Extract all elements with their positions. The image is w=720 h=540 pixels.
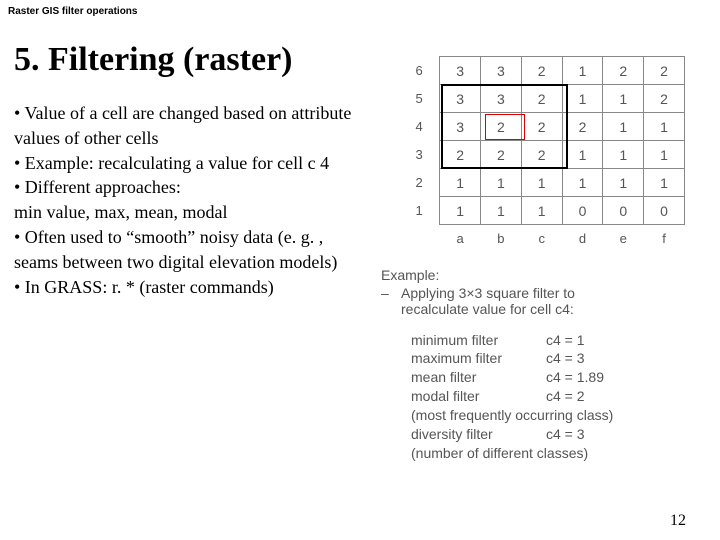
- example-text: recalculate value for cell c4:: [381, 301, 705, 317]
- grid-cell: 2: [521, 141, 562, 169]
- col-label: e: [603, 225, 644, 253]
- bullet: min value, max, mean, modal: [14, 200, 359, 225]
- grid-cell: 1: [644, 113, 685, 141]
- row-label: 2: [399, 169, 440, 197]
- bullet: • In GRASS: r. * (raster commands): [14, 275, 359, 300]
- row-label: 3: [399, 141, 440, 169]
- blank: [399, 225, 440, 253]
- grid-cell: 1: [562, 141, 603, 169]
- row-label: 4: [399, 113, 440, 141]
- grid-cell: 2: [521, 85, 562, 113]
- figure-column: 6332122 5332112 4322211 3222111 2111111 …: [375, 56, 705, 463]
- page-header: Raster GIS filter operations: [0, 0, 720, 23]
- grid-cell: 2: [481, 141, 522, 169]
- bullet: • Often used to “smooth” noisy data (e. …: [14, 225, 359, 275]
- filter-note: (most frequently occurring class): [411, 406, 705, 425]
- body-text: • Value of a cell are changed based on a…: [14, 101, 359, 300]
- grid-cell: 1: [521, 197, 562, 225]
- filter-value: c4 = 3: [546, 425, 585, 444]
- raster-table: 6332122 5332112 4322211 3222111 2111111 …: [399, 56, 685, 253]
- filter-name: minimum filter: [411, 331, 546, 350]
- grid-cell: 2: [481, 113, 522, 141]
- col-label: a: [440, 225, 481, 253]
- example-text: –Applying 3×3 square filter to: [381, 285, 705, 301]
- grid-cell: 2: [644, 85, 685, 113]
- filter-name: modal filter: [411, 387, 546, 406]
- grid-cell: 3: [481, 57, 522, 85]
- grid-cell: 2: [440, 141, 481, 169]
- grid-cell: 2: [562, 113, 603, 141]
- grid-cell: 1: [481, 197, 522, 225]
- grid-cell: 2: [521, 57, 562, 85]
- grid-cell: 1: [603, 141, 644, 169]
- grid-cell: 1: [521, 169, 562, 197]
- filter-value: c4 = 3: [546, 349, 585, 368]
- col-label: c: [521, 225, 562, 253]
- grid-cell: 1: [644, 141, 685, 169]
- grid-cell: 3: [481, 85, 522, 113]
- grid-cell: 1: [440, 197, 481, 225]
- bullet: • Value of a cell are changed based on a…: [14, 101, 359, 151]
- bullet: • Example: recalculating a value for cel…: [14, 151, 359, 176]
- grid-cell: 1: [562, 169, 603, 197]
- grid-cell: 2: [644, 57, 685, 85]
- filter-name: maximum filter: [411, 349, 546, 368]
- filter-value: c4 = 2: [546, 387, 585, 406]
- raster-grid: 6332122 5332112 4322211 3222111 2111111 …: [375, 56, 685, 253]
- grid-cell: 1: [603, 113, 644, 141]
- grid-cell: 1: [603, 169, 644, 197]
- col-label: b: [481, 225, 522, 253]
- row-label: 5: [399, 85, 440, 113]
- filter-value: c4 = 1: [546, 331, 585, 350]
- grid-cell: 3: [440, 57, 481, 85]
- grid-cell: 3: [440, 85, 481, 113]
- dash-icon: –: [381, 285, 389, 301]
- row-label: 1: [399, 197, 440, 225]
- filter-name: mean filter: [411, 368, 546, 387]
- grid-cell: 0: [644, 197, 685, 225]
- example-text-2: recalculate value for cell c4:: [401, 301, 574, 317]
- grid-cell: 2: [603, 57, 644, 85]
- filter-note: (number of different classes): [411, 444, 705, 463]
- grid-cell: 1: [440, 169, 481, 197]
- grid-cell: 1: [644, 169, 685, 197]
- grid-cell: 3: [440, 113, 481, 141]
- grid-cell: 1: [562, 57, 603, 85]
- page-number: 12: [670, 512, 686, 530]
- filter-name: diversity filter: [411, 425, 546, 444]
- grid-cell: 0: [603, 197, 644, 225]
- grid-cell: 1: [603, 85, 644, 113]
- grid-cell: 0: [562, 197, 603, 225]
- bullet: • Different approaches:: [14, 175, 359, 200]
- col-label: f: [644, 225, 685, 253]
- example-text-1: Applying 3×3 square filter to: [401, 285, 575, 301]
- filter-results: minimum filterc4 = 1 maximum filterc4 = …: [411, 331, 705, 463]
- grid-cell: 1: [481, 169, 522, 197]
- col-label: d: [562, 225, 603, 253]
- grid-cell: 1: [562, 85, 603, 113]
- filter-value: c4 = 1.89: [546, 368, 604, 387]
- example-heading: Example:: [381, 267, 705, 283]
- row-label: 6: [399, 57, 440, 85]
- grid-cell: 2: [521, 113, 562, 141]
